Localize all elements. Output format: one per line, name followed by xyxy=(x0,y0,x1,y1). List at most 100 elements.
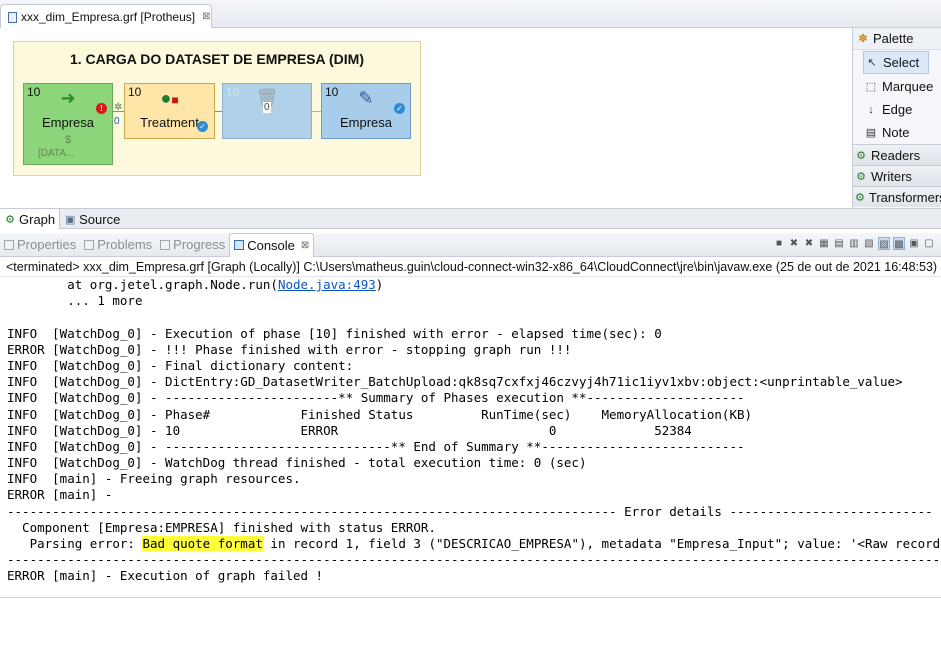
clear-console-icon[interactable]: ▦ xyxy=(818,237,830,250)
console-line: Component [Empresa:EMPRESA] finished wit… xyxy=(7,519,436,535)
console-line: INFO [WatchDog_0] - Final dictionary con… xyxy=(7,357,354,373)
edge-treatment-disabled[interactable] xyxy=(215,111,222,112)
tab-source[interactable]: ▣ Source xyxy=(60,209,124,229)
reader-icon: ➜ xyxy=(60,88,76,108)
palette-drawer-transformers[interactable]: ⚙ Transformers xyxy=(853,186,941,207)
pointer-icon: ↖ xyxy=(867,57,877,69)
console-line: INFO [WatchDog_0] - 10 ERROR 0 52384 xyxy=(7,422,692,438)
editor-tab-graph-file[interactable]: xxx_dim_Empresa.grf [Protheus] ⊠ xyxy=(0,4,212,28)
check-icon: ✓ xyxy=(197,121,208,132)
tab-label: Problems xyxy=(97,237,153,252)
properties-icon xyxy=(4,239,14,250)
palette-drawer-writers[interactable]: ⚙ Writers xyxy=(853,165,941,186)
terminate-icon[interactable]: ■ xyxy=(773,237,785,250)
marquee-icon: ⬚ xyxy=(865,81,877,93)
remove-all-icon[interactable]: ✖ xyxy=(803,237,815,250)
phase-number: 10 xyxy=(226,85,240,99)
tab-label: Properties xyxy=(17,237,77,252)
console-line: at org.jetel.graph.Node.run(Node.java:49… xyxy=(7,277,941,293)
editor-tab-bar: xxx_dim_Empresa.grf [Protheus] ⊠ xyxy=(0,0,941,28)
tab-graph[interactable]: ⚙ Graph xyxy=(0,209,61,229)
console-title: <terminated> xxx_dim_Empresa.grf [Graph … xyxy=(0,257,941,277)
drawer-label: Readers xyxy=(871,147,921,163)
note-icon: ▤ xyxy=(865,127,877,139)
node-subtitle: $ xyxy=(64,134,72,146)
console-text: at org.jetel.graph.Node.run( xyxy=(7,277,278,292)
drawer-label: Transformers xyxy=(868,189,941,205)
show-on-output-icon[interactable]: ▧ xyxy=(863,237,875,250)
console-line: INFO [WatchDog_0] - Phase# Finished Stat… xyxy=(7,406,753,422)
node-disabled-component[interactable]: 10 🗑 0 xyxy=(222,83,312,139)
palette-tool-note[interactable]: ▤ Note xyxy=(853,121,941,144)
tab-console[interactable]: Console ⊠ xyxy=(229,232,315,257)
tab-label: Console xyxy=(247,237,295,253)
console-output[interactable]: at org.jetel.graph.Node.run(Node.java:49… xyxy=(0,277,941,597)
edge-record-count: 0 xyxy=(114,116,120,127)
tab-label: Progress xyxy=(173,237,226,252)
palette-tool-edge[interactable]: ↓ Edge xyxy=(853,98,941,121)
transformer-icon: ●■ xyxy=(160,88,179,108)
node-name: Empresa xyxy=(339,115,393,130)
tool-label: Edge xyxy=(882,102,913,117)
edge-disabled-writer[interactable] xyxy=(312,111,321,112)
phase-number: 10 xyxy=(325,85,339,99)
edge-record-count: 0 xyxy=(263,102,271,113)
tab-progress[interactable]: Progress xyxy=(156,233,229,257)
node-empresa-reader[interactable]: 10 ➜ Empresa $ [DATA... ! xyxy=(23,83,113,165)
word-wrap-icon[interactable]: ▥ xyxy=(848,237,860,250)
close-icon[interactable]: ⊠ xyxy=(202,11,210,22)
palette-tool-marquee[interactable]: ⬚ Marquee xyxy=(853,75,941,98)
console-line: INFO [WatchDog_0] - Execution of phase [… xyxy=(7,325,662,341)
console-text: in record 1, field 3 ("DESCRICAO_EMPRESA… xyxy=(270,536,941,551)
writer-icon: ✎ xyxy=(358,88,374,108)
gear-icon: ⚙ xyxy=(855,191,865,204)
phase-box[interactable]: 1. CARGA DO DATASET DE EMPRESA (DIM) 10 … xyxy=(13,41,421,176)
tool-label: Note xyxy=(882,125,910,140)
palette-title: Palette xyxy=(873,31,914,46)
stack-trace-link[interactable]: Node.java:493 xyxy=(278,277,376,292)
palette-icon: ✽ xyxy=(858,33,868,45)
tool-label: Select xyxy=(883,55,920,70)
error-icon[interactable]: ! xyxy=(96,103,107,114)
source-icon: ▣ xyxy=(64,213,76,226)
check-icon: ✓ xyxy=(394,103,405,114)
progress-icon xyxy=(160,239,171,250)
phase-number: 10 xyxy=(128,85,142,99)
close-icon[interactable]: ⊠ xyxy=(301,240,309,251)
node-file-url: [DATA... xyxy=(38,148,75,159)
console-text: ) xyxy=(375,277,384,292)
display-console-icon[interactable]: ▣ xyxy=(908,237,920,250)
console-toolbar: ■ ✖ ✖ ▦ ▤ ▥ ▧ ▨ ▩ ▣ ▢ xyxy=(773,237,935,250)
edge-icon: ↓ xyxy=(868,103,874,116)
tab-label: Graph xyxy=(19,211,56,227)
node-name: Empresa xyxy=(41,115,95,130)
console-line: INFO [WatchDog_0] - --------------------… xyxy=(7,438,745,454)
node-empresa-writer[interactable]: 10 ✎ Empresa ✓ xyxy=(321,83,411,139)
console-line: ----------------------------------------… xyxy=(7,503,933,519)
show-on-error-icon[interactable]: ▨ xyxy=(878,237,890,250)
remove-launch-icon[interactable]: ✖ xyxy=(788,237,800,250)
console-line: ... 1 more xyxy=(7,293,143,309)
gear-icon: ⚙ xyxy=(5,213,15,226)
tab-problems[interactable]: Problems xyxy=(80,233,156,257)
palette-drawer-readers[interactable]: ⚙ Readers xyxy=(853,144,941,165)
console-line: ERROR [main] - Execution of graph failed… xyxy=(7,568,324,584)
console-text: Parsing error: xyxy=(7,536,143,551)
console-icon xyxy=(234,240,245,250)
phase-number: 10 xyxy=(27,85,41,99)
pin-console-icon[interactable]: ▩ xyxy=(893,237,905,250)
graph-canvas[interactable]: 1. CARGA DO DATASET DE EMPRESA (DIM) 10 … xyxy=(0,28,852,208)
view-tab-bar: Properties Problems Progress Console ⊠ ■… xyxy=(0,232,941,257)
tab-properties[interactable]: Properties xyxy=(0,233,80,257)
panel-divider xyxy=(0,597,941,598)
editor-tab-label: xxx_dim_Empresa.grf [Protheus] xyxy=(21,9,196,24)
console-line: INFO [WatchDog_0] - --------------------… xyxy=(7,390,745,406)
palette-tool-select[interactable]: ↖ Select xyxy=(863,51,929,74)
palette-header[interactable]: ✽ Palette xyxy=(853,28,941,50)
open-console-icon[interactable]: ▢ xyxy=(923,237,935,250)
console-line: INFO [WatchDog_0] - DictEntry:GD_Dataset… xyxy=(7,374,903,390)
node-treatment[interactable]: 10 ●■ Treatment ✓ xyxy=(124,83,215,139)
tab-label: Source xyxy=(79,211,121,227)
scroll-lock-icon[interactable]: ▤ xyxy=(833,237,845,250)
